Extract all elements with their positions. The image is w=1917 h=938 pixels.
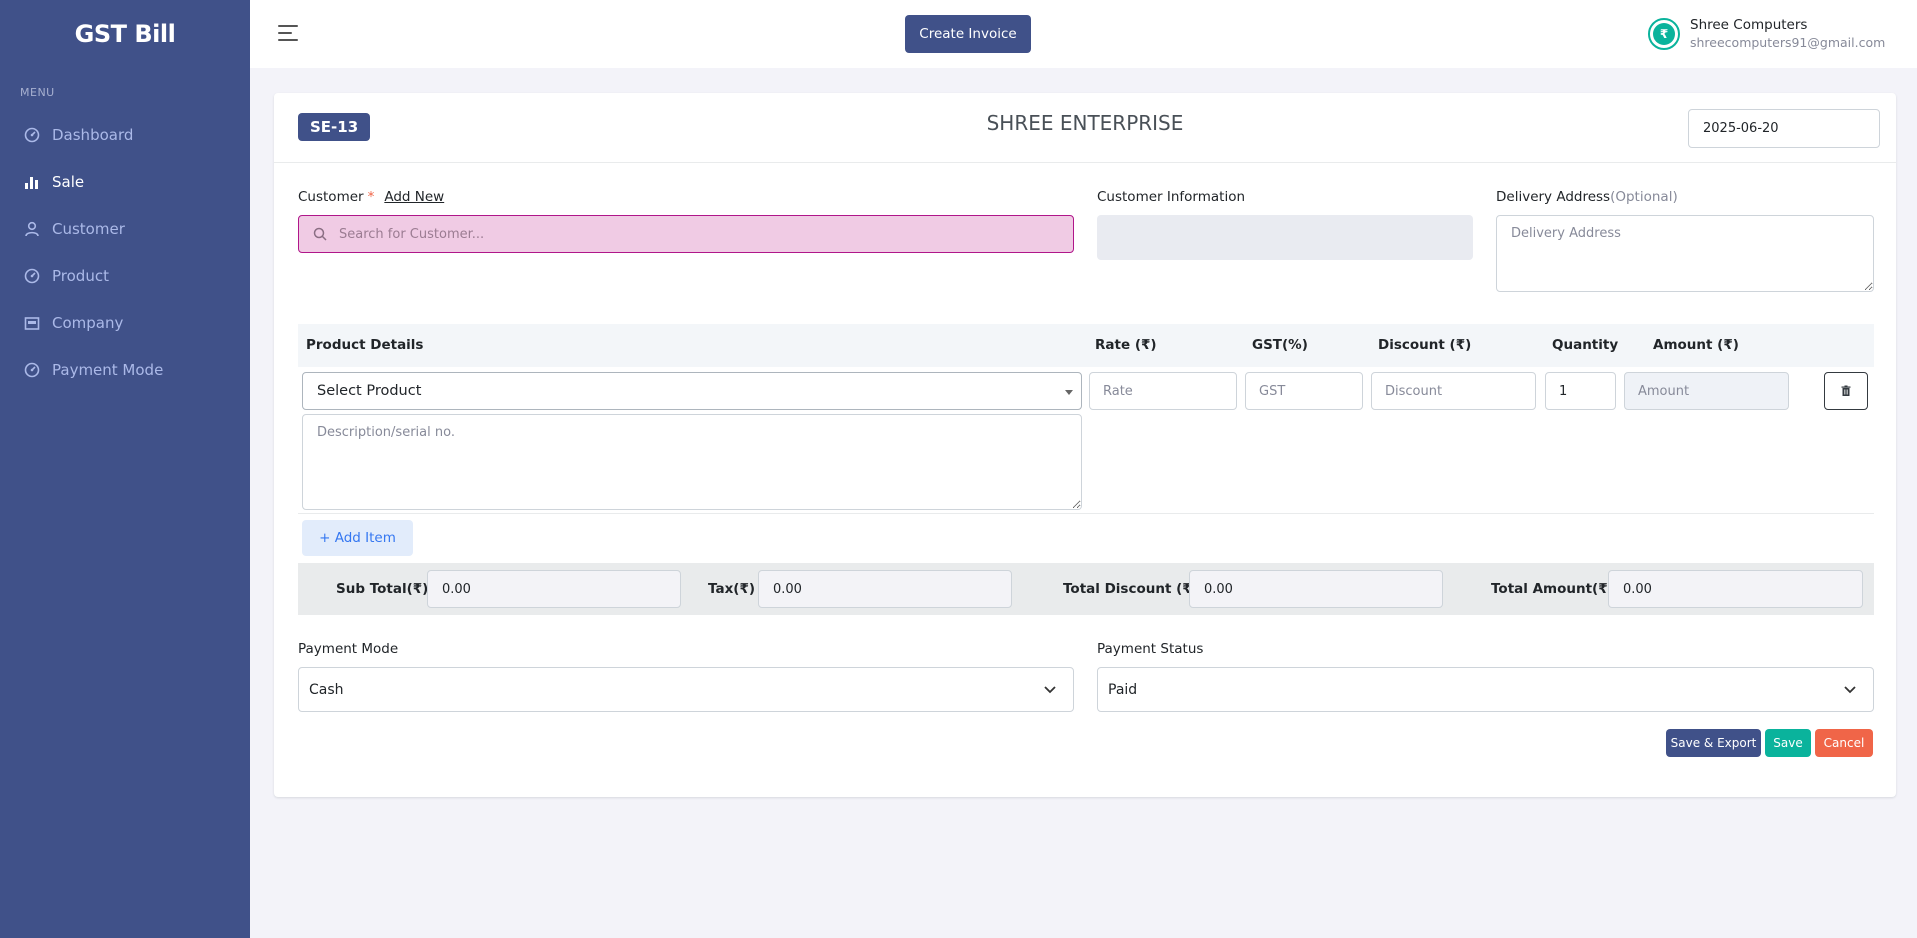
- building-icon: [24, 315, 40, 331]
- gst-input[interactable]: [1245, 372, 1363, 410]
- delete-row-button[interactable]: [1824, 372, 1868, 410]
- sidebar-item-product[interactable]: Product: [0, 252, 250, 299]
- payment-status-value: Paid: [1108, 681, 1138, 698]
- sidebar-item-company[interactable]: Company: [0, 299, 250, 346]
- search-icon: [313, 227, 339, 241]
- customer-search-input[interactable]: [339, 226, 1073, 242]
- sidebar-item-payment-mode[interactable]: Payment Mode: [0, 346, 250, 393]
- invoice-card: SHREE ENTERPRISE SE-13 Customer*Add New …: [274, 93, 1896, 797]
- invoice-header: SHREE ENTERPRISE SE-13: [274, 93, 1896, 163]
- amount-input: [1624, 372, 1789, 410]
- total-discount-label: Total Discount (₹): [1063, 581, 1198, 597]
- payment-status-select[interactable]: Paid: [1097, 667, 1874, 712]
- sidebar-item-label: Sale: [52, 172, 85, 191]
- avatar: ₹: [1648, 18, 1680, 50]
- total-amount-label: Total Amount(₹): [1491, 581, 1614, 597]
- invoice-date-input[interactable]: [1688, 109, 1880, 148]
- total-discount-input[interactable]: [1189, 570, 1443, 608]
- header-quantity: Quantity: [1552, 337, 1619, 353]
- customer-label-group: Customer * Add New: [298, 189, 444, 205]
- totals-bar: Sub Total(₹) Tax(₹) Total Discount (₹) T…: [298, 563, 1874, 615]
- user-icon: [24, 221, 40, 237]
- bar-chart-icon: [24, 174, 40, 190]
- gauge-icon: [24, 127, 40, 143]
- header-rate: Rate (₹): [1095, 337, 1157, 353]
- create-invoice-button[interactable]: Create Invoice: [905, 15, 1031, 53]
- delivery-address-label-group: Delivery Address(Optional): [1496, 189, 1678, 205]
- payment-mode-select[interactable]: Cash: [298, 667, 1074, 712]
- delivery-address-input[interactable]: [1496, 215, 1874, 292]
- sidebar: GST Bill MENU Dashboard Sale Customer Pr…: [0, 0, 250, 938]
- sub-total-input[interactable]: [427, 570, 681, 608]
- sidebar-item-label: Payment Mode: [52, 360, 164, 379]
- caret-down-icon: [1065, 390, 1073, 395]
- invoice-number-badge: SE-13: [298, 113, 371, 141]
- brand-logo[interactable]: GST Bill: [0, 0, 250, 68]
- user-email: shreecomputers91@gmail.com: [1690, 35, 1886, 50]
- add-new-customer-link[interactable]: Add New: [384, 189, 444, 205]
- gauge-icon: [24, 362, 40, 378]
- description-input[interactable]: [302, 414, 1082, 510]
- sidebar-item-label: Dashboard: [52, 125, 134, 144]
- sidebar-item-label: Company: [52, 313, 124, 332]
- delivery-address-label: Delivery Address: [1496, 189, 1611, 205]
- hamburger-menu-icon[interactable]: [278, 25, 300, 43]
- sidebar-item-label: Product: [52, 266, 109, 285]
- company-title: SHREE ENTERPRISE: [986, 111, 1184, 135]
- menu-title: MENU: [20, 86, 55, 99]
- gauge-icon: [24, 268, 40, 284]
- optional-tag: (Optional): [1610, 189, 1678, 205]
- quantity-input[interactable]: [1545, 372, 1616, 410]
- product-select-value: Select Product: [317, 383, 422, 399]
- payment-mode-value: Cash: [309, 681, 344, 698]
- header-amount: Amount (₹): [1653, 337, 1739, 353]
- payment-status-label: Payment Status: [1097, 641, 1204, 657]
- customer-search[interactable]: [298, 215, 1074, 253]
- customer-label: Customer: [298, 189, 364, 205]
- total-amount-input[interactable]: [1608, 570, 1863, 608]
- cancel-button[interactable]: Cancel: [1815, 729, 1873, 757]
- customer-info-label: Customer Information: [1097, 189, 1246, 205]
- product-table-header: Product Details Rate (₹) GST(%) Discount…: [298, 324, 1874, 367]
- header-gst: GST(%): [1252, 337, 1308, 353]
- sidebar-item-customer[interactable]: Customer: [0, 205, 250, 252]
- tax-input[interactable]: [758, 570, 1012, 608]
- user-profile[interactable]: ₹ Shree Computers shreecomputers91@gmail…: [1648, 16, 1885, 52]
- header-discount: Discount (₹): [1378, 337, 1472, 353]
- rupee-icon: ₹: [1653, 23, 1675, 45]
- sub-total-label: Sub Total(₹): [336, 581, 429, 597]
- sidebar-item-sale[interactable]: Sale: [0, 158, 250, 205]
- discount-input[interactable]: [1371, 372, 1536, 410]
- topbar: Create Invoice ₹ Shree Computers shreeco…: [250, 0, 1917, 68]
- save-export-button[interactable]: Save & Export: [1666, 729, 1761, 757]
- rate-input[interactable]: [1089, 372, 1237, 410]
- required-mark: *: [367, 189, 375, 205]
- header-product-details: Product Details: [306, 337, 424, 353]
- payment-mode-label: Payment Mode: [298, 641, 399, 657]
- sidebar-item-label: Customer: [52, 219, 125, 238]
- tax-label: Tax(₹): [708, 581, 756, 597]
- product-select[interactable]: Select Product: [302, 372, 1082, 410]
- sidebar-item-dashboard[interactable]: Dashboard: [0, 111, 250, 158]
- customer-info-box: [1097, 215, 1473, 260]
- add-item-button[interactable]: + Add Item: [302, 520, 413, 556]
- trash-icon: [1840, 385, 1852, 397]
- row-divider: [298, 513, 1874, 514]
- save-button[interactable]: Save: [1765, 729, 1811, 757]
- user-name: Shree Computers: [1690, 17, 1808, 33]
